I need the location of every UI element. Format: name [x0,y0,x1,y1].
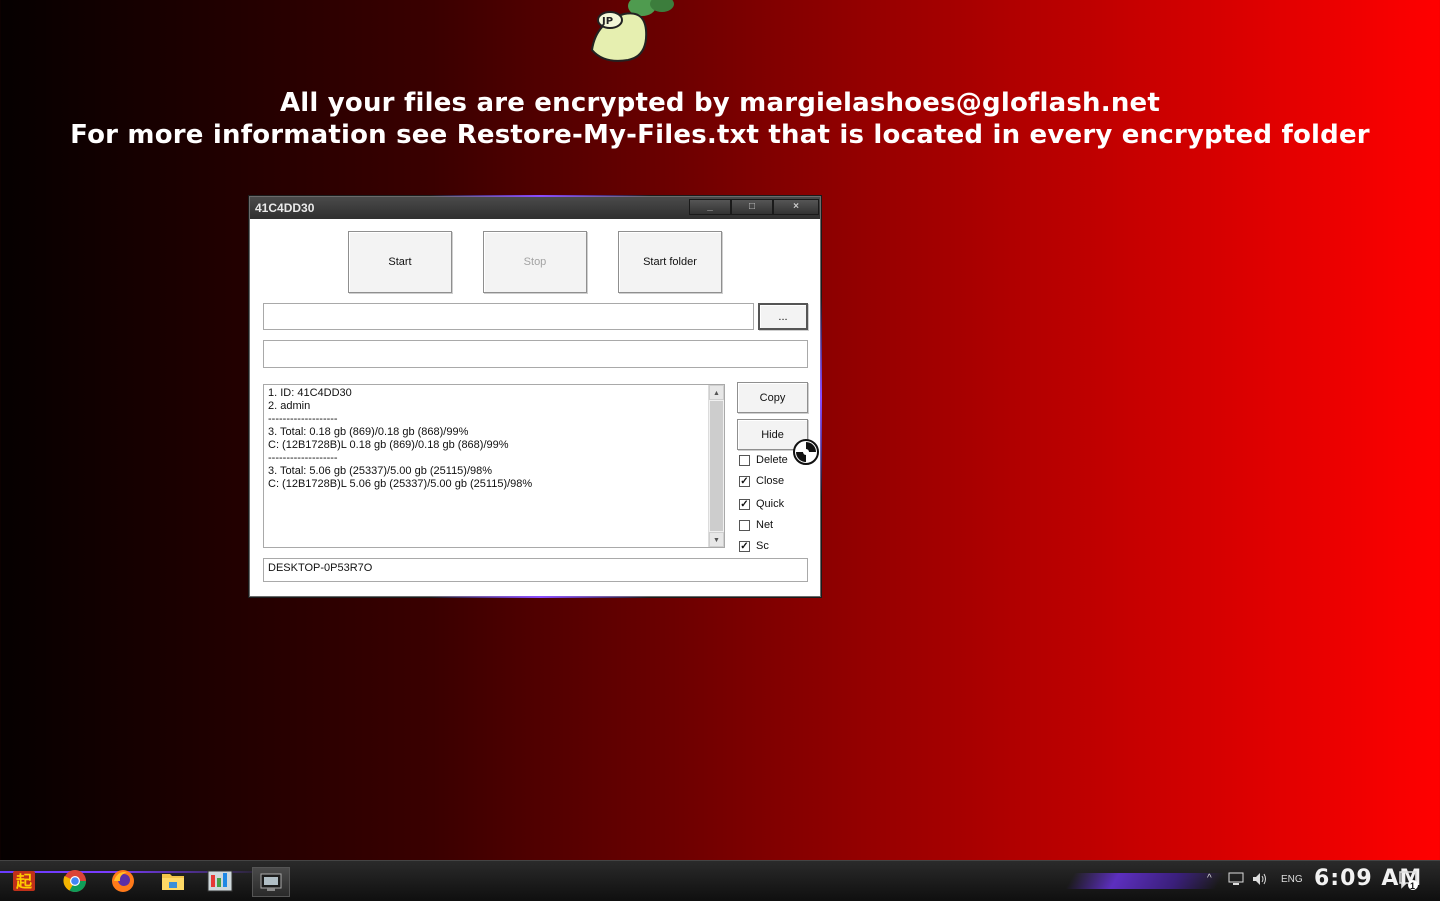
firefox-icon[interactable] [109,867,137,895]
ransom-message-line1: All your files are encrypted by margiela… [279,88,1161,118]
status-field: DESKTOP-0P53R7O [263,558,808,582]
path-input[interactable] [263,303,754,330]
encryptor-app-icon[interactable] [252,867,290,897]
scroll-down-icon[interactable]: ▼ [709,532,724,547]
language-indicator[interactable]: ENG [1281,874,1303,885]
browse-button[interactable]: ... [758,303,808,330]
close-button[interactable]: × [773,199,819,215]
svg-text:JP: JP [601,16,613,27]
mascot-logo: JP [590,0,674,62]
checkbox-quick[interactable]: ✓ [739,498,750,510]
log-output[interactable]: 1. ID: 41C4DD30 2. admin ---------------… [263,384,725,548]
chrome-icon[interactable] [61,867,89,895]
log-line: 2. admin [268,400,311,412]
notifications-icon[interactable] [1398,869,1420,894]
scroll-thumb[interactable] [710,401,723,531]
checkbox-sc[interactable]: ✓ [739,540,750,552]
option-net[interactable]: Net [739,519,773,531]
log-line: 1. ID: 41C4DD30 [268,387,352,399]
option-sc[interactable]: ✓ Sc [739,540,769,552]
minimize-button[interactable]: _ [689,199,731,215]
taskbar: 起 ^ ENG 6:09 AM 1 [0,860,1440,901]
file-explorer-icon[interactable] [159,867,187,895]
network-icon[interactable] [1228,871,1244,890]
scroll-up-icon[interactable]: ▲ [709,385,724,400]
busy-cursor-icon [793,439,819,465]
task-manager-icon[interactable] [206,867,234,895]
checkbox-delete[interactable] [739,454,750,466]
encryptor-window: 41C4DD30 _ □ × Start Stop Start folder .… [249,195,822,598]
start-button[interactable]: Start [348,231,452,293]
tray-overflow-icon[interactable]: ^ [1207,873,1212,884]
log-line: 3. Total: 5.06 gb (25337)/5.00 gb (25115… [268,465,493,477]
log-line: C: (12B1728B)L 0.18 gb (869)/0.18 gb (86… [268,439,509,451]
checkbox-close[interactable]: ✓ [739,475,750,487]
option-label: Net [756,519,774,531]
log-line: 3. Total: 0.18 gb (869)/0.18 gb (868)/99… [268,426,469,438]
stop-button[interactable]: Stop [483,231,587,293]
svg-text:起: 起 [15,872,33,891]
option-label: Sc [756,540,769,552]
volume-icon[interactable] [1251,871,1269,890]
start-folder-button[interactable]: Start folder [618,231,722,293]
copy-button[interactable]: Copy [737,382,808,413]
option-delete[interactable]: Delete [739,454,788,466]
ransom-message-line2: For more information see Restore-My-File… [70,120,1370,150]
option-label: Quick [756,498,785,510]
window-title: 41C4DD30 [255,201,315,215]
option-label: Delete [756,454,788,466]
window-titlebar[interactable]: 41C4DD30 _ □ × [250,197,820,219]
log-line: ------------------- [268,452,338,464]
option-label: Close [756,475,785,487]
log-scrollbar[interactable]: ▲ ▼ [708,385,724,547]
notification-count: 1 [1410,881,1416,891]
option-close[interactable]: ✓ Close [739,475,784,487]
log-line: C: (12B1728B)L 5.06 gb (25337)/5.00 gb (… [268,478,533,490]
maximize-button[interactable]: □ [731,199,773,215]
option-quick[interactable]: ✓ Quick [739,498,784,510]
log-line: ------------------- [268,413,338,425]
secondary-input[interactable] [263,340,808,368]
checkbox-net[interactable] [739,519,750,531]
start-icon[interactable]: 起 [10,867,38,895]
